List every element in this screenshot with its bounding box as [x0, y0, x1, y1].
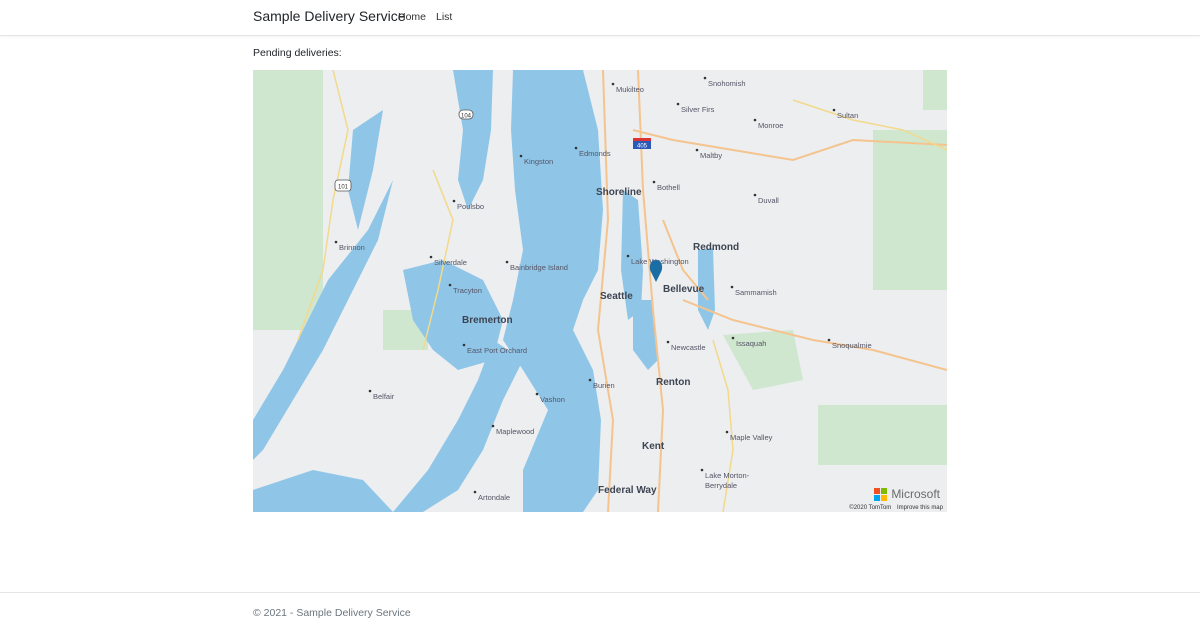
nav-home-link[interactable]: Home — [398, 11, 426, 23]
map-town-dot — [462, 343, 466, 347]
map-town-dot — [730, 285, 734, 289]
microsoft-logo-text: Microsoft — [891, 487, 940, 501]
map-town-dot — [753, 193, 757, 197]
map-label-issaquah: Issaquah — [736, 339, 766, 348]
map-town-dot — [700, 468, 704, 472]
map-label-silverdale: Silverdale — [434, 258, 467, 267]
map-town-dot — [676, 102, 680, 106]
map-town-dot — [334, 240, 338, 244]
map-town-dot — [448, 283, 452, 287]
map-town-dot — [626, 254, 630, 258]
delivery-map[interactable]: Mukilteo Snohomish Silver Firs Monroe Sultan… — [253, 70, 947, 512]
map-label-kingston: Kingston — [524, 157, 553, 166]
map-town-dot — [731, 336, 735, 340]
map-town-dot — [491, 424, 495, 428]
page-heading: Pending deliveries: — [253, 47, 342, 59]
map-town-dot — [753, 118, 757, 122]
map-town-dot — [505, 260, 509, 264]
brand-link[interactable]: Sample Delivery Service — [253, 8, 406, 24]
map-label-poulsbo: Poulsbo — [457, 202, 484, 211]
map-town-dot — [535, 392, 539, 396]
map-town-dot — [611, 82, 615, 86]
map-label-artondale: Artondale — [478, 493, 510, 502]
footer-copyright: © 2021 - Sample Delivery Service — [253, 607, 411, 619]
map-label-belfair: Belfair — [373, 392, 395, 401]
map-label-snoqualmie: Snoqualmie — [832, 341, 872, 350]
map-town-dot — [725, 430, 729, 434]
map-label-bellevue: Bellevue — [663, 284, 705, 295]
map-town-dot — [652, 180, 656, 184]
map-town-dot — [519, 154, 523, 158]
map-town-dot — [368, 389, 372, 393]
map-town-dot — [695, 148, 699, 152]
microsoft-logo-icon — [874, 487, 888, 501]
map-label-mukilteo: Mukilteo — [616, 85, 644, 94]
map-label-bremerton: Bremerton — [462, 315, 513, 326]
map-label-federal-way: Federal Way — [598, 485, 657, 496]
map-label-sultan: Sultan — [837, 111, 858, 120]
nav-list-link[interactable]: List — [436, 11, 452, 23]
map-label-newcastle: Newcastle — [671, 343, 706, 352]
map-label-edmonds: Edmonds — [579, 149, 611, 158]
map-town-dot — [827, 338, 831, 342]
map-town-dot — [452, 199, 456, 203]
map-town-dot — [429, 255, 433, 259]
map-label-seattle: Seattle — [600, 291, 633, 302]
map-label-renton: Renton — [656, 377, 690, 388]
map-town-dot — [574, 146, 578, 150]
microsoft-logo: Microsoft — [874, 487, 940, 501]
map-label-lake-morton: Lake Morton- — [705, 471, 750, 480]
map-label-kent: Kent — [642, 441, 665, 452]
map-label-snohomish: Snohomish — [708, 79, 746, 88]
map-label-silver-firs: Silver Firs — [681, 105, 715, 114]
improve-map-link[interactable]: Improve this map — [897, 505, 943, 511]
map-label-redmond: Redmond — [693, 242, 739, 253]
map-attribution: ©2020 TomTom Improve this map — [845, 505, 943, 511]
map-canvas[interactable]: Mukilteo Snohomish Silver Firs Monroe Sultan… — [253, 70, 947, 512]
map-town-dot — [473, 490, 477, 494]
map-label-burien: Burien — [593, 381, 615, 390]
shield-405: 405 — [637, 144, 648, 150]
attribution-text: ©2020 TomTom — [849, 505, 892, 511]
footer: © 2021 - Sample Delivery Service — [0, 592, 1200, 632]
map-town-dot — [832, 108, 836, 112]
map-label-shoreline: Shoreline — [596, 187, 642, 198]
map-label-maple-valley: Maple Valley — [730, 433, 773, 442]
map-town-dot — [588, 378, 592, 382]
map-label-monroe: Monroe — [758, 121, 783, 130]
map-label-bothell: Bothell — [657, 183, 680, 192]
map-town-dot — [666, 340, 670, 344]
map-label-duvall: Duvall — [758, 196, 779, 205]
shield-104: 104 — [461, 114, 472, 120]
map-label-berrydale: Berrydale — [705, 481, 737, 490]
map-label-tracyton: Tracyton — [453, 286, 482, 295]
shield-101: 101 — [338, 185, 349, 191]
map-label-vashon: Vashon — [540, 395, 565, 404]
map-label-bainbridge-island: Bainbridge Island — [510, 263, 568, 272]
map-label-brinnon: Brinnon — [339, 243, 365, 252]
navbar: Sample Delivery Service Home List — [0, 0, 1200, 36]
map-label-sammamish: Sammamish — [735, 288, 777, 297]
map-label-east-port-orchard: East Port Orchard — [467, 346, 527, 355]
map-label-maplewood: Maplewood — [496, 427, 534, 436]
map-town-dot — [703, 76, 707, 80]
map-label-maltby: Maltby — [700, 151, 722, 160]
